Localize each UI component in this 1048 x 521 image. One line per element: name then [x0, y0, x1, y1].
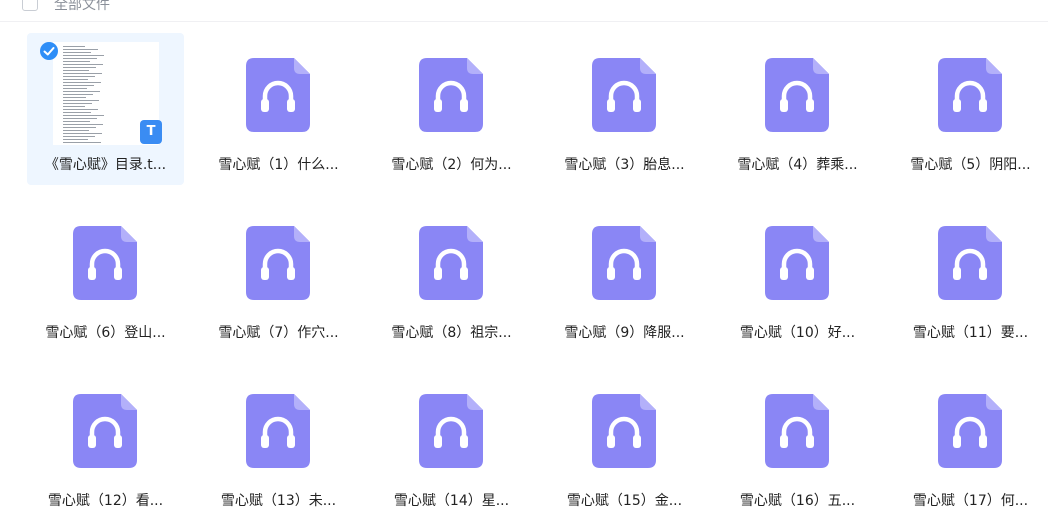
- thumbnail-line: [63, 82, 101, 83]
- file-tile[interactable]: T 《雪心赋》目录.t...: [27, 33, 184, 185]
- thumbnail-line: [63, 136, 95, 137]
- file-tile[interactable]: 雪心赋（6）登山...: [27, 201, 184, 353]
- file-name[interactable]: 雪心赋（8）祖宗...: [373, 322, 530, 342]
- file-name[interactable]: 雪心赋（13）未...: [200, 490, 357, 510]
- thumbnail-line: [63, 112, 91, 113]
- file-tile[interactable]: 雪心赋（4）葬乘...: [719, 33, 876, 185]
- thumbnail-line: [63, 67, 96, 68]
- thumbnail-line: [63, 52, 91, 53]
- file-tile[interactable]: 雪心赋（13）未...: [200, 369, 357, 521]
- thumbnail-line: [63, 61, 90, 62]
- thumbnail-line: [63, 115, 104, 116]
- thumbnail-line: [63, 106, 85, 107]
- thumbnail-line: [63, 97, 86, 98]
- audio-file-icon: [246, 394, 310, 468]
- thumbnail-line: [63, 64, 103, 65]
- thumbnail-line: [63, 85, 94, 86]
- file-name[interactable]: 雪心赋（15）金...: [546, 490, 703, 510]
- audio-file-icon: [73, 226, 137, 300]
- thumbnail-line: [63, 94, 93, 95]
- file-tile[interactable]: 雪心赋（15）金...: [546, 369, 703, 521]
- audio-file-icon: [592, 394, 656, 468]
- thumbnail-line: [63, 139, 88, 140]
- thumbnail-line: [63, 121, 90, 122]
- audio-file-icon: [765, 226, 829, 300]
- file-tile[interactable]: 雪心赋（3）胎息...: [546, 33, 703, 185]
- thumbnail-line: [63, 124, 103, 125]
- audio-file-icon: [938, 394, 1002, 468]
- file-name[interactable]: 雪心赋（11）要...: [892, 322, 1048, 342]
- thumbnail-line: [63, 118, 97, 119]
- audio-file-icon: [419, 226, 483, 300]
- file-name[interactable]: 雪心赋（14）星...: [373, 490, 530, 510]
- file-name[interactable]: 雪心赋（4）葬乘...: [719, 154, 876, 174]
- checkmark-icon[interactable]: [40, 42, 58, 60]
- thumbnail-line: [63, 100, 99, 101]
- file-tile[interactable]: 雪心赋（16）五...: [719, 369, 876, 521]
- file-name[interactable]: 雪心赋（17）何...: [892, 490, 1048, 510]
- audio-file-icon: [73, 394, 137, 468]
- file-tile[interactable]: 雪心赋（11）要...: [892, 201, 1048, 353]
- thumbnail-line: [63, 73, 102, 74]
- file-name[interactable]: 雪心赋（7）作穴...: [200, 322, 357, 342]
- thumbnail-line: [63, 142, 101, 143]
- file-name[interactable]: 雪心赋（3）胎息...: [546, 154, 703, 174]
- file-name[interactable]: 雪心赋（10）好...: [719, 322, 876, 342]
- audio-file-icon: [592, 58, 656, 132]
- file-tile[interactable]: 雪心赋（10）好...: [719, 201, 876, 353]
- file-name[interactable]: 雪心赋（1）什么...: [200, 154, 357, 174]
- audio-file-icon: [246, 58, 310, 132]
- thumbnail-line: [63, 46, 85, 47]
- file-tile[interactable]: 雪心赋（2）何为...: [373, 33, 530, 185]
- file-tile[interactable]: 雪心赋（17）何...: [892, 369, 1048, 521]
- audio-file-icon: [765, 394, 829, 468]
- thumbnail-line: [63, 70, 89, 71]
- file-name[interactable]: 雪心赋（2）何为...: [373, 154, 530, 174]
- audio-file-icon: [592, 226, 656, 300]
- file-name[interactable]: 雪心赋（5）阴阳...: [892, 154, 1048, 174]
- file-grid: T 《雪心赋》目录.t... 雪心赋（1）什么... 雪心赋（2）何为... 雪心赋（3…: [0, 0, 1048, 519]
- thumbnail-line: [63, 127, 96, 128]
- file-tile[interactable]: 雪心赋（5）阴阳...: [892, 33, 1048, 185]
- text-file-icon: T: [140, 120, 162, 144]
- file-name[interactable]: 雪心赋（9）降服...: [546, 322, 703, 342]
- audio-file-icon: [419, 394, 483, 468]
- thumbnail-line: [63, 88, 87, 89]
- audio-file-icon: [419, 58, 483, 132]
- file-name[interactable]: 雪心赋（16）五...: [719, 490, 876, 510]
- file-tile[interactable]: 雪心赋（8）祖宗...: [373, 201, 530, 353]
- thumbnail-line: [63, 91, 100, 92]
- thumbnail-line: [63, 58, 97, 59]
- thumbnail-line: [63, 103, 92, 104]
- thumbnail-line: [63, 49, 98, 50]
- file-name[interactable]: 雪心赋（6）登山...: [27, 322, 184, 342]
- audio-file-icon: [765, 58, 829, 132]
- file-tile[interactable]: 雪心赋（7）作穴...: [200, 201, 357, 353]
- thumbnail-line: [63, 76, 95, 77]
- audio-file-icon: [938, 226, 1002, 300]
- file-tile[interactable]: 雪心赋（14）星...: [373, 369, 530, 521]
- thumbnail-line: [63, 79, 88, 80]
- thumbnail-line: [63, 55, 104, 56]
- file-name[interactable]: 《雪心赋》目录.t...: [27, 154, 184, 174]
- audio-file-icon: [938, 58, 1002, 132]
- file-tile[interactable]: 雪心赋（12）看...: [27, 369, 184, 521]
- thumbnail-line: [63, 130, 89, 131]
- thumbnail-line: [63, 133, 102, 134]
- file-tile[interactable]: 雪心赋（9）降服...: [546, 201, 703, 353]
- file-name[interactable]: 雪心赋（12）看...: [27, 490, 184, 510]
- file-tile[interactable]: 雪心赋（1）什么...: [200, 33, 357, 185]
- audio-file-icon: [246, 226, 310, 300]
- thumbnail-line: [63, 109, 98, 110]
